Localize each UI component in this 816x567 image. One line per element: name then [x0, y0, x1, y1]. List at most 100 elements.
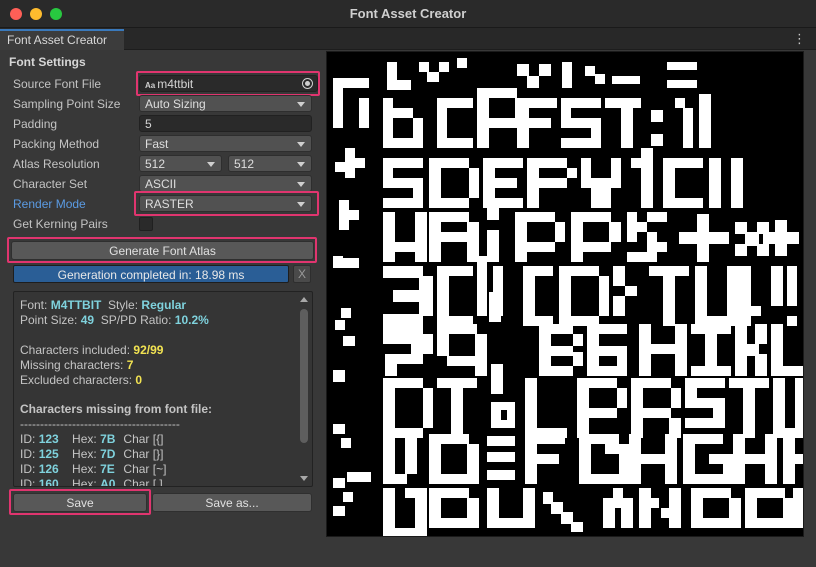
- get-kerning-pairs-checkbox[interactable]: [139, 217, 153, 231]
- char-label: Char: [123, 447, 150, 461]
- hex-label: Hex:: [72, 477, 97, 487]
- font-info-panel: Font: M4TTBIT Style: Regular Point Size:…: [13, 291, 313, 487]
- missing-row: ID: 160 Hex: A0 Char [ ]: [20, 477, 163, 487]
- tab-font-asset-creator[interactable]: Font Asset Creator: [0, 29, 124, 50]
- chevron-down-icon: [297, 162, 305, 167]
- ratio-label: SP/PD Ratio:: [100, 313, 172, 327]
- sampling-point-size-dropdown[interactable]: Auto Sizing: [139, 95, 312, 112]
- atlas-width-value: 512: [145, 157, 166, 171]
- padding-label: Padding: [13, 117, 58, 131]
- excluded-label: Excluded characters:: [20, 373, 133, 387]
- cancel-generation-button[interactable]: X: [293, 265, 311, 283]
- scroll-thumb[interactable]: [300, 309, 308, 443]
- settings-panel: Font Settings Source Font File Aa m4ttbit…: [0, 51, 322, 567]
- save-as-button[interactable]: Save as...: [152, 493, 312, 512]
- char-label: Char: [123, 477, 150, 487]
- char-value: [ ]: [152, 477, 163, 487]
- title-bar: Font Asset Creator: [0, 0, 816, 28]
- id-value: 160: [38, 477, 59, 487]
- missing-row: ID: 123 Hex: 7B Char [{]: [20, 432, 163, 446]
- get-kerning-pairs-label: Get Kerning Pairs: [13, 217, 108, 231]
- row-get-kerning-pairs: Get Kerning Pairs: [13, 215, 318, 233]
- hex-value: 7D: [100, 447, 116, 461]
- atlas-width-dropdown[interactable]: 512: [139, 155, 222, 172]
- hex-label: Hex:: [72, 447, 97, 461]
- scroll-down-icon[interactable]: [300, 476, 308, 481]
- generation-progress-bar: Generation completed in: 18.98 ms: [13, 265, 289, 283]
- chevron-down-icon: [297, 142, 305, 147]
- char-value: [}]: [152, 447, 164, 461]
- character-set-label: Character Set: [13, 177, 88, 191]
- point-size-value: 49: [80, 313, 95, 327]
- hex-value: 7B: [100, 432, 116, 446]
- excluded-line: Excluded characters: 0: [20, 373, 142, 387]
- hex-label: Hex:: [72, 432, 97, 446]
- id-label: ID:: [20, 462, 36, 476]
- separator-line: ----------------------------------------: [20, 417, 180, 431]
- id-value: 123: [38, 432, 59, 446]
- hex-value: 7E: [100, 462, 115, 476]
- missing-row: ID: 126 Hex: 7E Char [~]: [20, 462, 166, 476]
- id-label: ID:: [20, 447, 36, 461]
- packing-method-value: Fast: [145, 137, 169, 151]
- info-scrollbar[interactable]: [299, 295, 309, 483]
- included-line: Characters included: 92/99: [20, 343, 163, 357]
- highlight-generate-button: [7, 237, 317, 263]
- highlight-source-font-file: [136, 71, 320, 96]
- id-label: ID:: [20, 432, 36, 446]
- missing-row: ID: 125 Hex: 7D Char [}]: [20, 447, 163, 461]
- id-value: 126: [38, 462, 59, 476]
- included-value: 92/99: [133, 343, 164, 357]
- missing-label: Missing characters:: [20, 358, 124, 372]
- id-label: ID:: [20, 477, 36, 487]
- hex-label: Hex:: [72, 462, 97, 476]
- progress-text: Generation completed in: 18.98 ms: [57, 268, 245, 282]
- font-label: Font:: [20, 298, 48, 312]
- row-padding: Padding 5: [13, 115, 318, 133]
- section-title-font-settings: Font Settings: [9, 55, 86, 69]
- character-set-dropdown[interactable]: ASCII: [139, 175, 312, 192]
- char-value: [{]: [152, 432, 164, 446]
- tab-bar: Font Asset Creator ⋮: [0, 28, 816, 50]
- row-sampling-point-size: Sampling Point Size Auto Sizing: [13, 95, 318, 113]
- id-value: 125: [38, 447, 59, 461]
- char-label: Char: [123, 432, 150, 446]
- atlas-resolution-label: Atlas Resolution: [13, 157, 100, 171]
- chevron-down-icon: [297, 102, 305, 107]
- style-label: Style:: [108, 298, 139, 312]
- scroll-up-icon[interactable]: [300, 297, 308, 302]
- character-set-value: ASCII: [145, 177, 177, 191]
- chevron-down-icon: [297, 182, 305, 187]
- sampling-point-size-label: Sampling Point Size: [13, 97, 121, 111]
- padding-input[interactable]: 5: [139, 115, 312, 132]
- atlas-height-value: 512: [234, 157, 255, 171]
- source-font-file-label: Source Font File: [13, 77, 102, 91]
- style-value: Regular: [141, 298, 187, 312]
- packing-method-dropdown[interactable]: Fast: [139, 135, 312, 152]
- more-options-icon[interactable]: ⋮: [793, 31, 806, 47]
- highlight-render-mode: [134, 191, 319, 216]
- font-value: M4TTBIT: [50, 298, 102, 312]
- highlight-save-button: [9, 489, 151, 515]
- missing-value: 7: [126, 358, 134, 372]
- render-mode-label: Render Mode: [13, 197, 86, 211]
- included-label: Characters included:: [20, 343, 131, 357]
- char-value: [~]: [152, 462, 167, 476]
- packing-method-label: Packing Method: [13, 137, 100, 151]
- row-packing-method: Packing Method Fast: [13, 135, 318, 153]
- point-size-label: Point Size:: [20, 313, 78, 327]
- window-title: Font Asset Creator: [349, 6, 467, 21]
- missing-line: Missing characters: 7: [20, 358, 133, 372]
- hex-value: A0: [100, 477, 116, 487]
- font-line: Font: M4TTBIT Style: Regular: [20, 298, 186, 312]
- font-atlas-preview: [326, 51, 804, 537]
- chevron-down-icon: [207, 162, 215, 167]
- atlas-height-dropdown[interactable]: 512: [228, 155, 312, 172]
- atlas-texture: [333, 58, 803, 536]
- missing-heading: Characters missing from font file:: [20, 402, 213, 416]
- sampling-point-size-value: Auto Sizing: [145, 97, 206, 111]
- char-label: Char: [123, 462, 150, 476]
- excluded-value: 0: [135, 373, 143, 387]
- row-atlas-resolution: Atlas Resolution 512 512: [13, 155, 318, 173]
- ratio-value: 10.2%: [174, 313, 209, 327]
